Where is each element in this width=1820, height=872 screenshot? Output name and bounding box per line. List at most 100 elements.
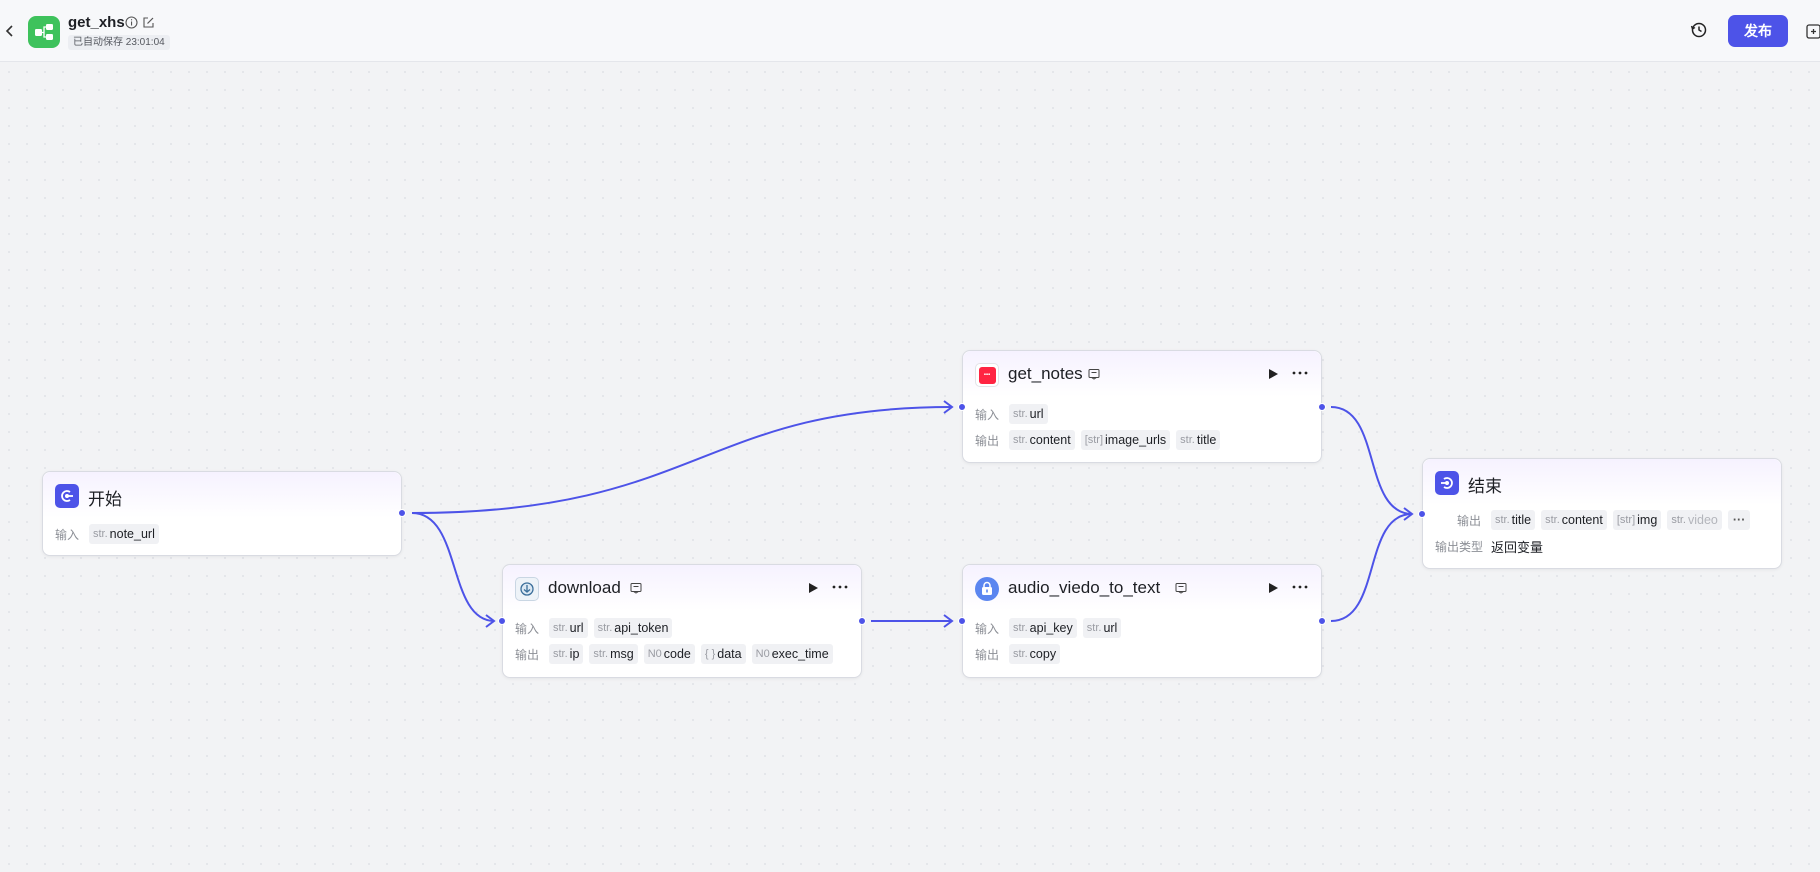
variable-name: url	[1103, 621, 1118, 635]
type-badge: [str]	[1616, 514, 1636, 526]
more-variables-button[interactable]: ···	[1727, 510, 1751, 530]
node-inputs-row: 输入 str. url	[975, 404, 1048, 424]
variable-tag: str. copy	[1009, 644, 1061, 664]
node-header: download	[503, 565, 861, 611]
type-badge: str.	[1013, 648, 1028, 660]
node-outputs-row: 输出 str. title str. content [str] img str. vi…	[1457, 510, 1751, 530]
publish-button[interactable]: 发布	[1728, 15, 1788, 47]
xiaohongshu-plugin-icon: ▪▪▪	[975, 363, 999, 387]
output-port[interactable]	[398, 509, 406, 517]
node-header: 结束	[1423, 459, 1781, 505]
outputs-label: 输出	[975, 433, 1000, 448]
output-port[interactable]	[1318, 617, 1326, 625]
variable-tag: str. title	[1491, 510, 1536, 530]
type-badge: str.	[1545, 514, 1560, 526]
node-download[interactable]: download 输入 str. url str. api_token 输出 str…	[498, 564, 866, 678]
variable-name: api_key	[1029, 621, 1073, 635]
plugin-doc-icon[interactable]	[1088, 368, 1100, 380]
variable-tag: str. api_key	[1009, 618, 1077, 638]
variable-tag: [str] img	[1612, 510, 1662, 530]
more-actions-icon[interactable]	[1806, 22, 1820, 40]
variable-tag: str. api_token	[593, 618, 673, 638]
variable-name: ip	[569, 647, 580, 661]
more-options-icon[interactable]	[1291, 366, 1309, 380]
variable-name: note_url	[109, 527, 155, 541]
node-inputs-row: 输入 str. api_key str. url	[975, 618, 1122, 638]
node-header: 开始	[43, 472, 401, 518]
variable-name: msg	[610, 647, 634, 661]
edit-icon[interactable]	[142, 16, 155, 29]
outputs-label: 输出	[1457, 513, 1482, 528]
variable-tag: str. url	[1082, 618, 1122, 638]
type-badge: str.	[1013, 434, 1028, 446]
output-port[interactable]	[1318, 403, 1326, 411]
variable-tag: { } data	[700, 644, 746, 664]
variable-name: content	[1561, 513, 1603, 527]
plugin-doc-icon[interactable]	[630, 582, 642, 594]
workflow-app-icon	[28, 16, 60, 48]
outputs-label: 输出	[975, 647, 1000, 662]
start-icon	[55, 484, 79, 508]
variable-tag: str. content	[1541, 510, 1607, 530]
inputs-label: 输入	[55, 527, 80, 542]
input-port[interactable]	[958, 403, 966, 411]
node-inputs-row: 输入 str. note_url	[55, 524, 159, 544]
run-node-icon[interactable]	[1266, 367, 1280, 381]
variable-tag: str. url	[549, 618, 588, 638]
node-inputs-row: 输入 str. url str. api_token	[515, 618, 673, 638]
plugin-doc-icon[interactable]	[1175, 582, 1187, 594]
type-badge: N0	[647, 648, 662, 660]
variable-name: url	[569, 621, 584, 635]
run-node-icon[interactable]	[806, 581, 820, 595]
inputs-label: 输入	[975, 621, 1000, 636]
type-badge: str.	[93, 528, 108, 540]
info-icon[interactable]	[125, 16, 138, 29]
variable-name: title	[1511, 513, 1532, 527]
node-title: 结束	[1468, 477, 1502, 496]
outputs-label: 输出	[515, 647, 540, 662]
history-icon[interactable]	[1690, 21, 1708, 39]
type-badge: str.	[1013, 408, 1028, 420]
type-badge: str.	[597, 622, 613, 634]
variable-tag: str. msg	[589, 644, 638, 664]
variable-tag: N0 exec_time	[751, 644, 833, 664]
type-badge: str.	[1495, 514, 1510, 526]
run-node-icon[interactable]	[1266, 581, 1280, 595]
variable-name: api_token	[614, 621, 669, 635]
inputs-label: 输入	[975, 407, 1000, 422]
output-port[interactable]	[858, 617, 866, 625]
more-options-icon[interactable]	[831, 580, 849, 594]
input-port[interactable]	[498, 617, 506, 625]
back-arrow-icon[interactable]	[2, 20, 18, 42]
variable-name: title	[1196, 433, 1217, 447]
type-badge: N0	[755, 648, 770, 660]
node-start[interactable]: 开始 输入 str. note_url	[42, 471, 406, 556]
variable-name: copy	[1029, 647, 1057, 661]
variable-tag: N0 code	[643, 644, 695, 664]
node-outputs-row: 输出 str. ip str. msg N0 code { } data N0 exec_…	[515, 644, 833, 664]
type-badge: str.	[1671, 514, 1686, 526]
type-badge: [str]	[1084, 434, 1104, 446]
type-badge: { }	[704, 648, 716, 660]
node-end[interactable]: 结束 输出 str. title str. content [str] img str…	[1418, 458, 1782, 569]
output-type-label: 输出类型	[1435, 539, 1484, 554]
variable-name: video	[1687, 513, 1718, 527]
node-title: audio_viedo_to_text	[1008, 578, 1161, 597]
node-audio-to-text[interactable]: audio_viedo_to_text 输入 str. api_key str. u…	[958, 564, 1326, 678]
variable-tag: str. ip	[549, 644, 584, 664]
input-port[interactable]	[958, 617, 966, 625]
workflow-title: get_xhs	[68, 14, 125, 31]
top-toolbar: get_xhs 已自动保存 23:01:04 发布	[0, 0, 1820, 62]
variable-name: exec_time	[771, 647, 829, 661]
variable-name: url	[1029, 407, 1044, 421]
more-options-icon[interactable]	[1291, 580, 1309, 594]
node-title: download	[548, 578, 621, 597]
node-get-notes[interactable]: ▪▪▪ get_notes 输入 str. url 输出 str. content …	[958, 350, 1326, 463]
input-port[interactable]	[1418, 510, 1426, 518]
end-icon	[1435, 471, 1459, 495]
type-badge: str.	[593, 648, 609, 660]
variable-name: image_urls	[1105, 433, 1167, 447]
inputs-label: 输入	[515, 621, 540, 636]
download-plugin-icon	[515, 577, 539, 601]
node-output-type-row: 输出类型 返回变量	[1435, 536, 1543, 556]
